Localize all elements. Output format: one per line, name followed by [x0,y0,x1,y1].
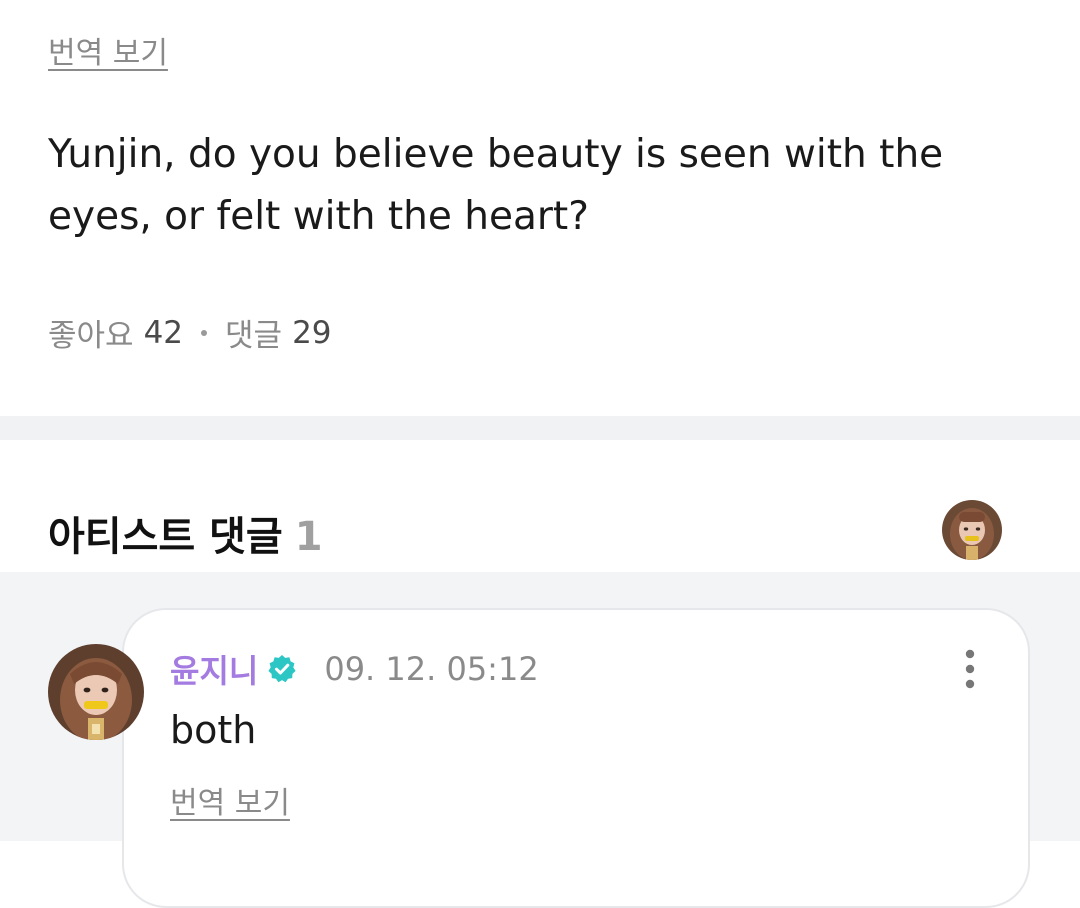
artist-comments-title-row: 아티스트 댓글 1 [48,504,323,562]
likes-label[interactable]: 좋아요 [48,310,134,355]
artist-comments-count: 1 [294,514,323,560]
comments-count: 29 [292,314,332,351]
verified-badge-icon [266,653,298,685]
separator-dot [201,329,208,336]
artist-comments-header: 아티스트 댓글 1 [0,440,1080,572]
comment-author-row: 윤지니 09. 12. 05:12 [170,646,539,692]
likes-count: 42 [143,314,184,351]
avatar-image [48,644,144,740]
post-translate-link[interactable]: 번역 보기 [48,28,168,72]
post-body-line: eyes, or felt with the heart? [48,194,589,239]
comment-timestamp: 09. 12. 05:12 [324,650,539,688]
comment-text: both [170,708,257,752]
section-divider [0,416,1080,440]
artist-avatar-small[interactable] [942,500,1002,560]
comment-author-avatar[interactable] [48,644,144,740]
artist-comments-title: 아티스트 댓글 [48,514,283,560]
post-body-line: Yunjin, do you believe beauty is seen wi… [48,132,944,177]
more-vertical-icon[interactable] [956,648,984,690]
comment-translate-link[interactable]: 번역 보기 [170,778,290,822]
artist-comment-list [0,572,1080,908]
avatar-image [942,500,1002,560]
post-stats: 좋아요 42 댓글 29 [48,310,332,355]
comment-author-name[interactable]: 윤지니 [170,646,258,692]
post-body: Yunjin, do you believe beauty is seen wi… [48,124,1028,248]
comments-label[interactable]: 댓글 [225,310,282,355]
post-section: 번역 보기 Yunjin, do you believe beauty is s… [0,0,1080,416]
